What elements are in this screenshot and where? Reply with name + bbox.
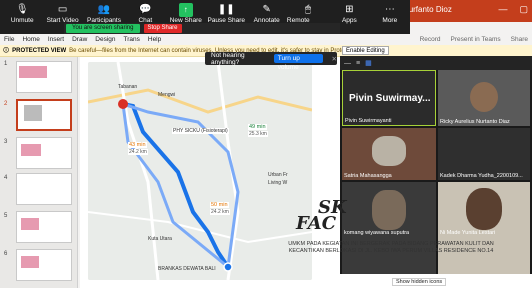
- chat-icon: 💬: [139, 4, 152, 15]
- slide-number: 2: [4, 101, 8, 107]
- record-button[interactable]: Record: [420, 36, 441, 43]
- route-distance: 24.2 km: [210, 209, 230, 215]
- list-view-icon[interactable]: ≡: [356, 60, 360, 67]
- route-distance: 25.3 km: [248, 131, 268, 137]
- map-label: PHY SICKU (Fisioterapi): [172, 128, 229, 134]
- thumb-shape: [21, 144, 41, 156]
- notification-text: Not hearing anything?: [211, 51, 245, 66]
- map-label: Tabanan: [118, 84, 138, 90]
- audio-notification: Not hearing anything? Turn up volume ✕: [205, 51, 337, 71]
- slide-thumbnail[interactable]: [16, 249, 72, 281]
- window-controls: — ▢: [498, 4, 528, 15]
- enable-editing-button[interactable]: Enable Editing: [342, 46, 389, 55]
- slide-thumbnail[interactable]: [16, 137, 72, 169]
- maximize-icon[interactable]: ▢: [519, 4, 528, 15]
- participant-name: Ni Made Yunita Lestari: [440, 230, 496, 236]
- map-label: Mengwi: [158, 92, 176, 98]
- participant-tile[interactable]: komang wiyawana suputra: [342, 182, 436, 274]
- participant-name: Kadek Dharma Yudha_2200109...: [440, 173, 523, 179]
- sharing-status: You are screen sharing: [66, 24, 140, 33]
- menu-design[interactable]: Design: [95, 36, 115, 43]
- thumb-map: [24, 105, 42, 121]
- grid-view-icon[interactable]: ▦: [365, 59, 372, 67]
- minimize-icon[interactable]: —: [344, 60, 351, 67]
- participant-tile[interactable]: Kadek Dharma Yudha_2200109...: [438, 128, 530, 180]
- route-distance: 24.2 km: [128, 149, 148, 155]
- share-button[interactable]: Share: [511, 36, 528, 43]
- participant-avatar: [466, 188, 502, 230]
- screen-sharing-bar: You are screen sharing Stop Share: [64, 23, 340, 34]
- ribbon-menu: File Home Insert Draw Design Trans Help …: [0, 34, 532, 45]
- map-label: Urban Fr: [268, 172, 288, 178]
- slide-number: 4: [4, 175, 8, 181]
- slide-number: 6: [4, 251, 8, 257]
- annotate-icon: ✎: [262, 4, 271, 15]
- slide-number: 3: [4, 139, 8, 145]
- close-icon[interactable]: ✕: [332, 55, 337, 63]
- menu-insert[interactable]: Insert: [48, 36, 64, 43]
- slide-number: 5: [4, 213, 8, 219]
- participant-tile[interactable]: Ni Made Yunita Lestari: [438, 182, 530, 274]
- minimize-icon[interactable]: —: [498, 4, 507, 15]
- slide-description: UMKM PADA KEGIATAN INI BERGERAK PADA BID…: [288, 241, 494, 254]
- participant-tile[interactable]: Satria Mahasangga: [342, 128, 436, 180]
- menu-draw[interactable]: Draw: [72, 36, 87, 43]
- thumb-shape: [19, 66, 47, 78]
- participant-avatar: [372, 136, 406, 166]
- menu-home[interactable]: Home: [22, 36, 39, 43]
- slide-number: 1: [4, 61, 8, 67]
- slide-thumbnail[interactable]: [16, 173, 72, 205]
- participant-name: Pivin Suwirmayanti: [345, 118, 392, 124]
- protected-view-title: PROTECTED VIEW: [12, 47, 67, 54]
- participant-avatar: [372, 190, 406, 230]
- slide-thumbnail-selected[interactable]: [16, 99, 72, 131]
- participant-avatar: [470, 82, 498, 112]
- participant-name: Ricky Aurelius Nurtanto Diaz: [440, 119, 510, 125]
- show-hidden-icons-tooltip: Show hidden icons: [392, 278, 447, 286]
- participants-icon: 👥: [97, 4, 111, 15]
- slide-heading-line2: FAC: [296, 213, 337, 234]
- apps-icon: ⊞: [345, 4, 354, 15]
- map-label: BRANKAS DEWATA BALI: [158, 266, 216, 272]
- video-off-icon: ▭: [57, 4, 68, 15]
- menu-file[interactable]: File: [4, 36, 14, 43]
- share-screen-icon: ↑: [178, 3, 193, 17]
- participant-tile[interactable]: Ricky Aurelius Nurtanto Diaz: [438, 70, 530, 126]
- unmute-button[interactable]: 🎙 Unmute: [2, 0, 42, 34]
- shield-icon: 🛈: [3, 47, 10, 54]
- menu-help[interactable]: Help: [148, 36, 161, 43]
- route-time: 50 min: [210, 202, 229, 208]
- participant-name: komang wiyawana suputra: [344, 230, 410, 236]
- present-in-teams-button[interactable]: Present in Teams: [451, 36, 501, 43]
- pause-icon: ❚❚: [217, 4, 235, 15]
- slide-thumbnail[interactable]: [16, 211, 72, 243]
- participant-name: Satria Mahasangga: [344, 173, 392, 179]
- thumb-shape: [21, 256, 39, 268]
- more-icon: ⋯: [384, 4, 395, 15]
- participant-big-name: Pivin Suwirmay...: [349, 93, 431, 104]
- remote-control-icon: 🖱: [305, 4, 312, 15]
- gallery-toolbar: — ≡ ▦: [340, 56, 532, 70]
- stop-share-button[interactable]: Stop Share: [143, 24, 182, 33]
- turn-up-volume-button[interactable]: Turn up volume: [273, 54, 323, 71]
- mic-muted-icon: 🎙: [15, 4, 29, 15]
- route-time: 49 min: [248, 124, 267, 130]
- participant-tile[interactable]: Pivin Suwirmay... Pivin Suwirmayanti: [342, 70, 436, 126]
- slide-thumbnails: 1 2 3 4 5 6: [0, 57, 78, 288]
- thumb-shape: [21, 218, 39, 230]
- menu-trans[interactable]: Trans: [124, 36, 140, 43]
- slide-thumbnail[interactable]: [16, 61, 72, 93]
- more-button[interactable]: ⋯ More: [370, 0, 410, 34]
- route-time: 43 min: [128, 142, 147, 148]
- map-label: Living W: [268, 180, 288, 186]
- map-label: Kuta Utara: [148, 236, 172, 242]
